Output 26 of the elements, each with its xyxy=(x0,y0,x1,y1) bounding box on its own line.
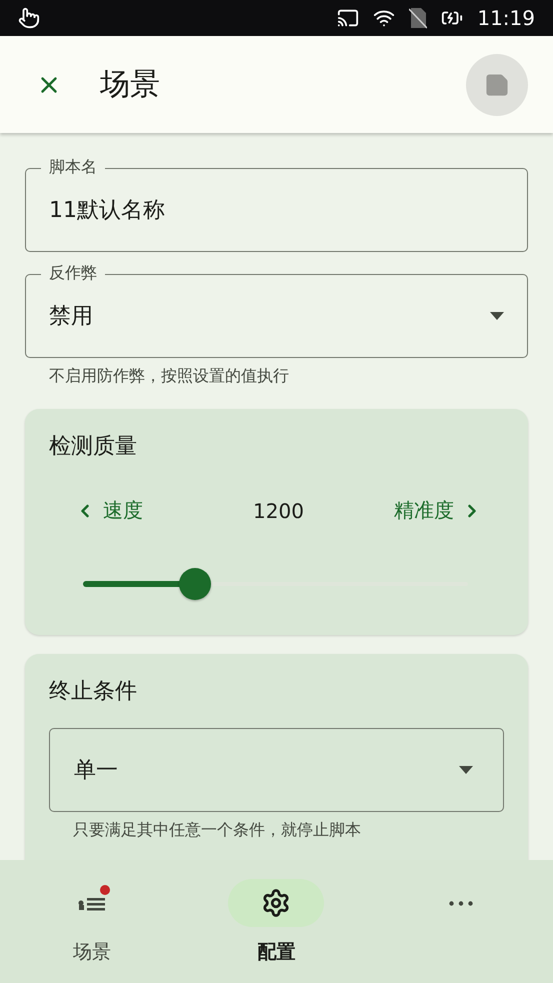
nav-tab[interactable]: 配置 xyxy=(184,860,369,983)
quality-value: 1200 xyxy=(253,498,304,522)
touch-icon xyxy=(18,7,40,29)
stop-condition-dropdown[interactable]: 单一 xyxy=(49,728,504,812)
script-name-field[interactable]: 脚本名 11默认名称 xyxy=(25,156,528,252)
cast-icon xyxy=(337,7,360,29)
settings-icon xyxy=(261,888,292,918)
accuracy-link[interactable]: 精准度 xyxy=(394,497,482,524)
card-title: 检测质量 xyxy=(49,433,138,461)
slider-thumb[interactable] xyxy=(178,568,211,600)
save-icon xyxy=(484,72,510,98)
more-icon xyxy=(448,900,473,906)
speed-link[interactable]: 速度 xyxy=(75,497,143,524)
status-time: 11:19 xyxy=(477,6,535,30)
dropdown-arrow-icon xyxy=(459,766,473,774)
no-sim-icon xyxy=(409,7,428,29)
field-value: 禁用 xyxy=(49,303,94,331)
nav-tab[interactable]: 场景 xyxy=(0,860,184,983)
field-value: 单一 xyxy=(74,757,119,785)
page-title: 场景 xyxy=(100,66,161,104)
helper-text: 只要满足其中任意一个条件，就停止脚本 xyxy=(72,820,362,841)
anti-cheat-dropdown[interactable]: 反作弊 禁用 xyxy=(25,262,528,358)
helper-text: 不启用防作弊，按照设置的值执行 xyxy=(48,366,290,387)
dropdown-arrow-icon xyxy=(490,312,504,320)
field-value: 11默认名称 xyxy=(49,197,166,225)
card-title: 终止条件 xyxy=(49,678,138,706)
